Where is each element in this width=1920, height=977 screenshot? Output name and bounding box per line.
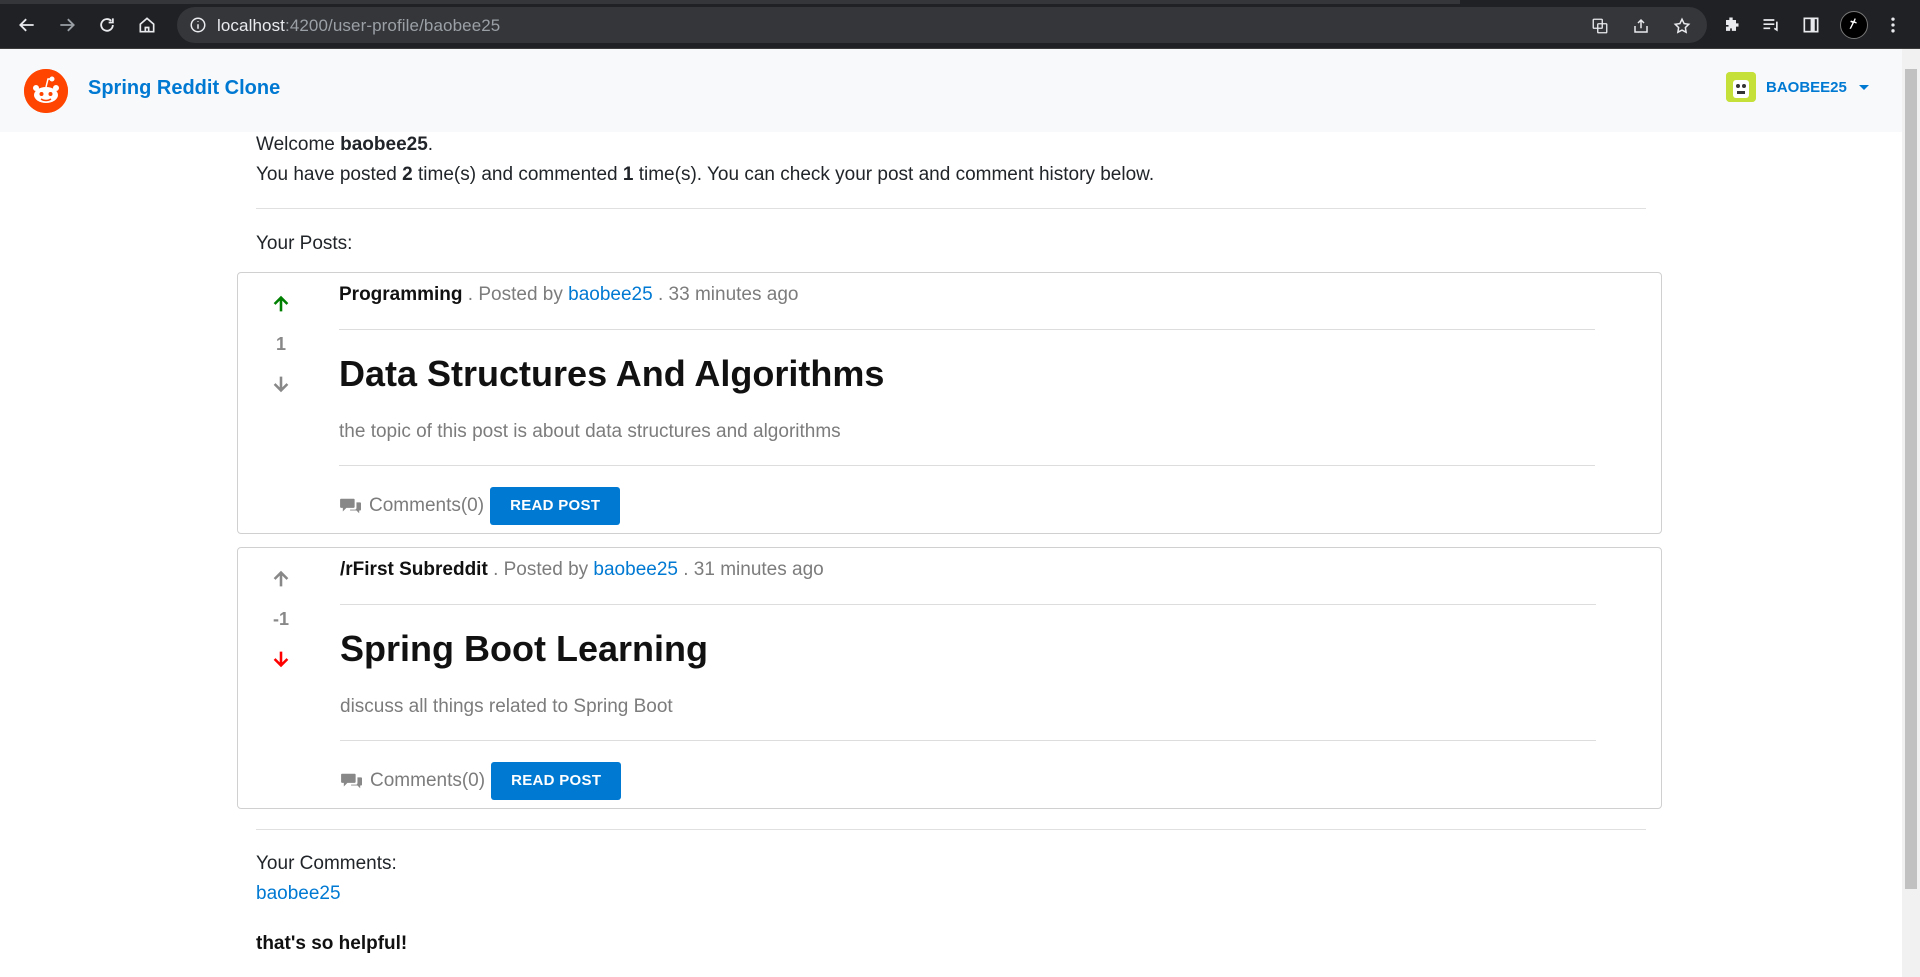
forward-icon[interactable] [51, 9, 83, 41]
subreddit-link[interactable]: /rFirst Subreddit [340, 559, 488, 580]
side-panel-icon[interactable] [1798, 12, 1824, 38]
post-count: 2 [402, 164, 413, 185]
upvote-arrow-icon[interactable] [256, 289, 306, 319]
reading-list-icon[interactable] [1758, 12, 1784, 38]
comments-link[interactable]: Comments(0) [339, 495, 484, 517]
chevron-down-icon [1858, 84, 1869, 90]
post-meta: Programming . Posted by baobee25 . 33 mi… [339, 284, 798, 306]
app-navbar: Spring Reddit Clone BAOBEE25 [0, 49, 1902, 132]
stats-prefix: You have posted [256, 164, 403, 185]
vote-controls: 1 [256, 289, 306, 399]
address-bar[interactable]: localhost:4200/user-profile/baobee25 [177, 7, 1707, 43]
welcome-username: baobee25 [340, 134, 428, 155]
comments-link[interactable]: Comments(0) [340, 770, 485, 792]
comment-count: 1 [622, 164, 634, 185]
post-time: . 31 minutes ago [677, 559, 824, 580]
reddit-logo-icon[interactable] [24, 69, 68, 113]
url-host: localhost [217, 16, 285, 35]
welcome-line: Welcome baobee25. [256, 130, 1646, 160]
posts-section-label: Your Posts: [256, 233, 353, 254]
divider [256, 829, 1646, 830]
welcome-prefix: Welcome [256, 134, 341, 155]
tab-strip [0, 0, 1460, 4]
post-description: discuss all things related to Spring Boo… [340, 696, 673, 717]
url-path: :4200/user-profile/baobee25 [285, 16, 501, 35]
read-post-button[interactable]: READ POST [491, 762, 622, 800]
divider [256, 208, 1646, 209]
vote-controls: -1 [256, 564, 306, 674]
page-scrollbar[interactable] [1902, 49, 1920, 977]
user-menu-dropdown[interactable]: BAOBEE25 [1726, 72, 1869, 102]
menu-kebab-icon[interactable] [1880, 12, 1906, 38]
user-menu-label: BAOBEE25 [1766, 78, 1847, 96]
post-footer: Comments(0) READ POST [339, 487, 621, 525]
browser-toolbar: localhost:4200/user-profile/baobee25 [0, 0, 1920, 49]
comment-author-link[interactable]: baobee25 [256, 883, 341, 905]
vote-count: 1 [275, 334, 286, 354]
vote-count: -1 [272, 609, 289, 629]
post-footer: Comments(0) READ POST [340, 762, 622, 800]
author-link[interactable]: baobee25 [568, 284, 653, 305]
comments-count: Comments(0) [370, 770, 486, 791]
stats-suffix: time(s). You can check your post and com… [633, 164, 1155, 185]
comments-icon [340, 498, 361, 514]
post-card: 1 Programming . Posted by baobee25 . 33 … [237, 272, 1662, 534]
brand-title[interactable]: Spring Reddit Clone [88, 77, 280, 100]
posted-by-text: . Posted by [462, 284, 569, 305]
divider [339, 465, 1595, 466]
stats-line: You have posted 2 time(s) and commented … [256, 160, 1646, 190]
post-time: . 33 minutes ago [652, 284, 799, 305]
downvote-arrow-icon[interactable] [256, 644, 306, 674]
share-icon[interactable] [1630, 15, 1652, 37]
welcome-suffix: . [427, 134, 434, 155]
user-avatar [1726, 72, 1756, 102]
comments-icon [341, 773, 362, 789]
subreddit-link[interactable]: Programming [339, 284, 463, 305]
translate-icon[interactable] [1589, 15, 1611, 37]
post-card: -1 /rFirst Subreddit . Posted by baobee2… [237, 547, 1662, 809]
upvote-arrow-icon[interactable] [256, 564, 306, 594]
site-info-icon[interactable] [189, 16, 207, 34]
bookmark-star-icon[interactable] [1671, 15, 1693, 37]
comments-section-label: Your Comments: [256, 853, 397, 874]
downvote-arrow-icon[interactable] [256, 369, 306, 399]
divider [339, 329, 1595, 330]
stats-middle: time(s) and commented [412, 164, 623, 185]
back-icon[interactable] [11, 9, 43, 41]
scrollbar-thumb[interactable] [1905, 69, 1917, 889]
post-title[interactable]: Data Structures And Algorithms [339, 353, 884, 395]
read-post-button[interactable]: READ POST [490, 487, 621, 525]
author-link[interactable]: baobee25 [593, 559, 678, 580]
comment-text: that's so helpful! [256, 933, 408, 954]
post-meta: /rFirst Subreddit . Posted by baobee25 .… [340, 559, 824, 581]
url-text[interactable]: localhost:4200/user-profile/baobee25 [217, 16, 500, 36]
post-title[interactable]: Spring Boot Learning [340, 628, 708, 670]
extensions-icon[interactable] [1718, 12, 1744, 38]
divider [340, 604, 1596, 605]
profile-summary: Welcome baobee25. You have posted 2 time… [256, 130, 1646, 209]
comments-count: Comments(0) [369, 495, 485, 516]
post-description: the topic of this post is about data str… [339, 421, 841, 442]
home-icon[interactable] [131, 9, 163, 41]
divider [340, 740, 1596, 741]
posted-by-text: . Posted by [487, 559, 594, 580]
reload-icon[interactable] [91, 9, 123, 41]
profile-avatar-icon[interactable] [1840, 11, 1868, 39]
